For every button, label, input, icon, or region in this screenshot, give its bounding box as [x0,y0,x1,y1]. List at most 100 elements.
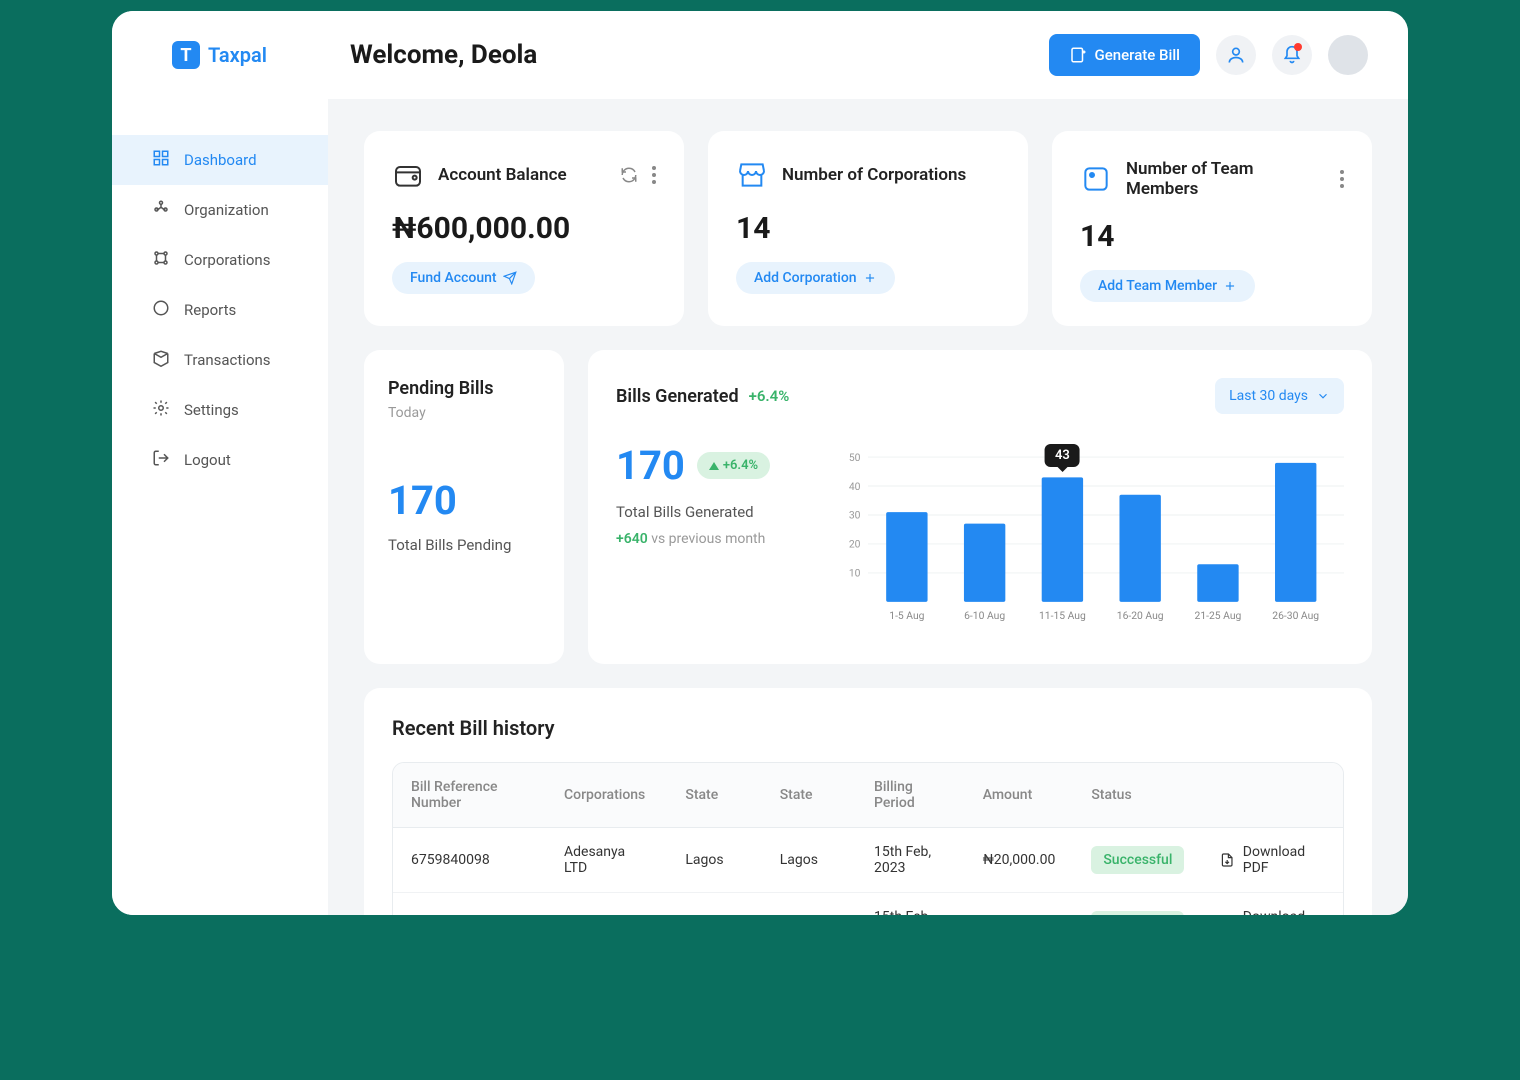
refresh-icon[interactable] [620,166,638,184]
table-header: Amount [965,763,1074,828]
sidebar-item-reports[interactable]: Reports [112,285,328,335]
status-badge: Successful [1091,911,1184,915]
cell-state: Lagos [762,893,856,916]
nav-label: Dashboard [184,151,257,169]
corporations-card: Number of Corporations 14 Add Corporatio… [708,131,1028,326]
note-icon [1080,163,1112,195]
nav-icon [152,299,170,321]
generated-value: 170 [616,442,685,489]
sidebar-item-corporations[interactable]: Corporations [112,235,328,285]
chevron-down-icon [1316,389,1330,403]
bills-generated-card: Bills Generated +6.4% Last 30 days 170 [588,350,1372,664]
download-icon [1220,852,1234,868]
main-content: Account Balance ₦600,000.00 Fund Account [328,99,1408,915]
pending-label: Total Bills Pending [388,536,540,554]
pending-bills-card: Pending Bills Today 170 Total Bills Pend… [364,350,564,664]
table-header: State [667,763,761,828]
table-row: 6759840098Adesanya LTDLagosLagos15th Feb… [393,828,1343,893]
download-pdf-link[interactable]: Download PDF [1220,909,1325,915]
generate-bill-button[interactable]: Generate Bill [1049,34,1200,76]
table-header: Billing Period [856,763,965,828]
nav-icon [152,449,170,471]
svg-text:40: 40 [849,480,861,493]
svg-text:6-10 Aug: 6-10 Aug [964,609,1005,622]
team-card: Number of Team Members 14 Add Team Membe… [1052,131,1372,326]
table-header: Status [1073,763,1202,828]
sidebar-item-logout[interactable]: Logout [112,435,328,485]
nav-icon [152,199,170,221]
nav-label: Settings [184,401,239,419]
team-value: 14 [1080,219,1344,254]
balance-card: Account Balance ₦600,000.00 Fund Account [364,131,684,326]
bills-bar-chart: 10203040501-5 Aug6-10 Aug11-15 Aug16-20 … [836,442,1344,636]
profile-icon-button[interactable] [1216,35,1256,75]
status-badge: Successful [1091,846,1184,874]
pct-badge-value: +6.4% [723,458,758,473]
svg-text:26-30 Aug: 26-30 Aug [1272,609,1319,622]
sidebar-item-settings[interactable]: Settings [112,385,328,435]
more-icon[interactable] [652,166,656,184]
svg-text:20: 20 [849,538,861,551]
generated-title: Bills Generated [616,386,739,407]
pending-value: 170 [388,477,540,524]
nav-icon [152,349,170,371]
plus-icon [863,271,877,285]
nav-label: Corporations [184,251,270,269]
avatar[interactable] [1328,35,1368,75]
middle-row: Pending Bills Today 170 Total Bills Pend… [364,350,1372,664]
add-team-member-button[interactable]: Add Team Member [1080,270,1255,302]
cell-state: Lagos [667,828,761,893]
generated-compare: +640 vs previous month [616,531,796,547]
user-icon [1226,45,1246,65]
svg-text:21-25 Aug: 21-25 Aug [1195,609,1242,622]
nav-label: Organization [184,201,269,219]
balance-value: ₦600,000.00 [392,211,656,246]
sidebar-item-organization[interactable]: Organization [112,185,328,235]
triangle-up-icon [709,462,719,470]
generated-head-pct: +6.4% [749,387,790,405]
cell-period: 15th Feb, 2023 [856,893,965,916]
cell-period: 15th Feb, 2023 [856,828,965,893]
add-corporation-button[interactable]: Add Corporation [736,262,895,294]
notifications-button[interactable] [1272,35,1312,75]
nav-label: Logout [184,451,231,469]
table-header: Bill Reference Number [393,763,546,828]
nav-icon [152,399,170,421]
wallet-icon [392,159,424,191]
topbar-actions: Generate Bill [1049,34,1368,76]
generate-bill-label: Generate Bill [1095,46,1180,64]
brand-name: Taxpal [208,43,267,67]
send-icon [503,271,517,285]
logo[interactable]: T Taxpal [112,41,328,69]
svg-text:16-20 Aug: 16-20 Aug [1117,609,1164,622]
bill-history-card: Recent Bill history Bill Reference Numbe… [364,688,1372,915]
nav-icon [152,149,170,171]
cell-ref: 6759840098 [393,893,546,916]
store-icon [736,159,768,191]
sidebar-item-dashboard[interactable]: Dashboard [112,135,328,185]
svg-text:1-5 Aug: 1-5 Aug [889,609,924,622]
download-pdf-link[interactable]: Download PDF [1220,844,1325,876]
nav-label: Transactions [184,351,271,369]
sidebar-item-transactions[interactable]: Transactions [112,335,328,385]
logo-badge-icon: T [172,41,200,69]
svg-text:50: 50 [849,451,861,464]
cell-corp: Eunice LTD [546,893,667,916]
table-header [1202,763,1343,828]
more-icon[interactable] [1340,170,1344,188]
document-add-icon [1069,46,1087,64]
table-header: State [762,763,856,828]
cell-status: Successful [1073,893,1202,916]
fund-account-button[interactable]: Fund Account [392,262,535,294]
date-filter-select[interactable]: Last 30 days [1215,378,1344,414]
add-team-member-label: Add Team Member [1098,278,1217,294]
topbar: T Taxpal Welcome, Deola Generate Bill [112,11,1408,99]
svg-text:30: 30 [849,509,861,522]
cell-status: Successful [1073,828,1202,893]
date-filter-label: Last 30 days [1229,388,1308,404]
svg-text:11-15 Aug: 11-15 Aug [1039,609,1086,622]
nav-icon [152,249,170,271]
cell-corp: Adesanya LTD [546,828,667,893]
chart-tooltip: 43 [1045,444,1080,467]
corporations-title: Number of Corporations [782,165,1000,185]
